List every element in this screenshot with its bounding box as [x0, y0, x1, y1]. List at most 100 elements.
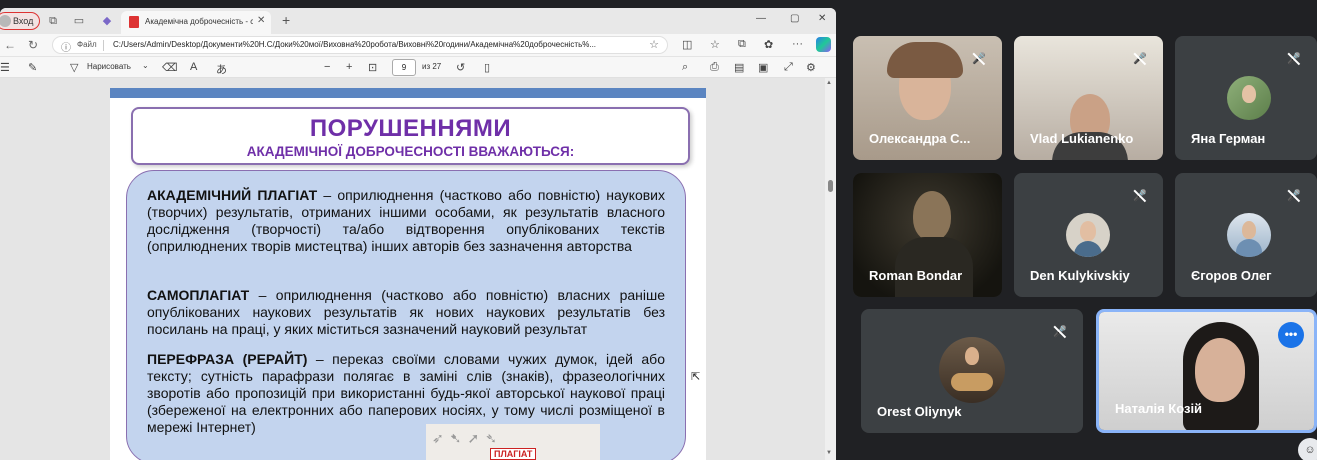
tab-pdf[interactable]: Академічна доброчесність - суч ✕ — [121, 11, 271, 34]
save-as-icon[interactable]: ▣ — [758, 61, 768, 74]
pdf-page: ПОРУШЕННЯМИ АКАДЕМІЧНОЇ ДОБРОЧЕСНОСТІ ВВ… — [110, 88, 706, 460]
participant-name: Vlad Lukianenko — [1030, 131, 1134, 146]
settings-icon[interactable]: ⚙ — [806, 61, 816, 74]
tab-bar: Вход ⧉ ▭ ◆ Академічна доброчесність - су… — [0, 8, 836, 34]
participant-tile[interactable]: 🎤 Den Kulykivskiy — [1014, 173, 1163, 297]
participant-name: Roman Bondar — [869, 268, 963, 283]
slide-subtitle: АКАДЕМІЧНОЇ ДОБРОЧЕСНОСТІ ВВАЖАЮТЬСЯ: — [246, 144, 575, 159]
participant-tile-speaking[interactable]: ••• Наталія Козій — [1096, 309, 1317, 433]
profile-button[interactable]: Вход — [0, 12, 41, 30]
refresh-icon[interactable]: ↻ — [28, 38, 38, 52]
workspaces-icon[interactable]: ⧉ — [46, 14, 60, 28]
favorite-star-icon[interactable]: ☆ — [649, 38, 659, 51]
participant-tile[interactable]: 🎤 Єгоров Олег — [1175, 173, 1317, 297]
more-options-icon[interactable]: ••• — [1278, 322, 1304, 348]
plagiarism-illustration: ➶➷➚➴ ПЛАГІАТ — [426, 424, 600, 460]
more-menu-icon[interactable]: ··· — [792, 38, 803, 50]
draw-icon[interactable]: ▽ — [70, 61, 78, 74]
back-icon[interactable]: ← — [4, 38, 16, 52]
page-view-icon[interactable]: ▯ — [484, 61, 490, 74]
pdf-toolbar: ☰ ✎ ▽ Нарисовать ⌄ ⌫ A あ − + ⊡ 9 из 27 ↺… — [0, 56, 836, 78]
term-plagiarism: АКАДЕМІЧНИЙ ПЛАГІАТ — [147, 187, 318, 203]
draw-dropdown-icon[interactable]: ⌄ — [142, 61, 149, 70]
avatar-face — [965, 347, 979, 365]
paragraph-plagiarism: АКАДЕМІЧНИЙ ПЛАГІАТ – оприлюднення (част… — [147, 187, 665, 255]
participant-tile[interactable]: 🎤 Яна Герман — [1175, 36, 1317, 160]
slide-content-box: АКАДЕМІЧНИЙ ПЛАГІАТ – оприлюднення (част… — [126, 170, 686, 460]
avatar-face — [1242, 85, 1256, 103]
close-tab-icon[interactable]: ✕ — [257, 15, 265, 26]
mic-off-icon: 🎤 — [968, 48, 990, 70]
zoom-in-icon[interactable]: + — [346, 61, 352, 73]
maximize-icon[interactable]: ▢ — [790, 13, 799, 24]
fullscreen-icon[interactable]: ⤢ — [784, 61, 793, 74]
teams-tab-icon[interactable]: ◆ — [100, 14, 114, 28]
translate-icon[interactable]: あ — [216, 61, 227, 77]
participant-avatar — [1066, 213, 1110, 257]
zoom-out-icon[interactable]: − — [324, 61, 330, 73]
pdf-scrollbar[interactable]: ▲ ▼ — [825, 78, 836, 460]
rotate-icon[interactable]: ↺ — [456, 61, 465, 74]
participant-hair — [887, 42, 963, 78]
eraser-icon[interactable]: ⌫ — [162, 61, 178, 74]
participant-name: Наталія Козій — [1115, 401, 1203, 416]
screen: Вход ⧉ ▭ ◆ Академічна доброчесність - су… — [0, 0, 1317, 460]
participant-avatar — [1227, 76, 1271, 120]
copilot-icon[interactable] — [816, 37, 831, 52]
browser-window: Вход ⧉ ▭ ◆ Академічна доброчесність - су… — [0, 8, 836, 460]
avatar-shirt — [1074, 241, 1102, 257]
pdf-icon — [129, 16, 139, 28]
profile-label: Вход — [13, 16, 34, 26]
url-field[interactable]: ⓘ Файл C:/Users/Admin/Desktop/Документи%… — [52, 36, 668, 54]
mic-off-icon: 🎤 — [1129, 48, 1151, 70]
separator — [103, 40, 104, 51]
highlight-icon[interactable]: ✎ — [28, 61, 37, 74]
slide-header-band — [110, 88, 706, 98]
scroll-up-icon[interactable]: ▲ — [826, 80, 832, 86]
scroll-thumb[interactable] — [828, 180, 833, 192]
paragraph-self-plagiarism: САМОПЛАГІАТ – оприлюднення (частково або… — [147, 287, 665, 338]
page-number-input[interactable]: 9 — [392, 59, 416, 76]
new-tab-icon[interactable]: + — [282, 12, 290, 28]
participant-tile[interactable]: 🎤 Vlad Lukianenko — [1014, 36, 1163, 160]
feedback-icon[interactable]: ☺ — [1298, 438, 1317, 460]
print-icon[interactable]: ⎙ — [710, 61, 719, 74]
guitar-icon — [951, 373, 993, 391]
participant-face — [913, 191, 951, 241]
participant-tile[interactable]: 🎤 Orest Oliynyk — [861, 309, 1083, 433]
collections-icon[interactable]: ⧉ — [738, 38, 746, 51]
participant-tile[interactable]: 🎤 Олександра С... — [853, 36, 1002, 160]
scroll-down-icon[interactable]: ▼ — [826, 450, 832, 456]
term-self-plagiarism: САМОПЛАГІАТ — [147, 287, 250, 303]
participant-name: Orest Oliynyk — [877, 404, 962, 419]
favorites-icon[interactable]: ☆ — [710, 38, 720, 51]
mouse-cursor-icon: ⇱ — [691, 371, 701, 383]
extensions-icon[interactable]: ✿ — [764, 38, 773, 51]
participant-name: Єгоров Олег — [1191, 268, 1272, 283]
mic-off-icon: 🎤 — [1283, 48, 1305, 70]
draw-label[interactable]: Нарисовать — [87, 62, 131, 71]
slide-title: ПОРУШЕННЯМИ — [309, 115, 512, 142]
split-screen-icon[interactable]: ◫ — [682, 38, 692, 51]
info-icon[interactable]: ⓘ — [61, 39, 71, 54]
fit-page-icon[interactable]: ⊡ — [368, 61, 377, 74]
mic-off-icon: 🎤 — [1049, 321, 1071, 343]
close-window-icon[interactable]: ✕ — [818, 13, 826, 24]
participant-name: Олександра С... — [869, 131, 971, 146]
participant-tile[interactable]: Roman Bondar — [853, 173, 1002, 297]
participant-face — [1195, 338, 1245, 402]
search-icon[interactable]: ⌕ — [682, 61, 688, 74]
avatar-shirt — [1236, 239, 1262, 257]
term-paraphrase: ПЕРЕФРАЗА (РЕРАЙТ) — [147, 351, 308, 367]
url-text[interactable]: C:/Users/Admin/Desktop/Документи%20Н.С/Д… — [113, 40, 643, 49]
plagiarism-image-label: ПЛАГІАТ — [490, 448, 537, 460]
save-icon[interactable]: ▤ — [734, 61, 744, 74]
participant-avatar — [1227, 213, 1271, 257]
tab-actions-icon[interactable]: ▭ — [72, 14, 86, 28]
participant-name: Den Kulykivskiy — [1030, 268, 1130, 283]
minimize-icon[interactable]: — — [756, 13, 766, 24]
tab-title: Академічна доброчесність - суч — [145, 17, 253, 26]
avatar-face — [1080, 221, 1096, 241]
read-aloud-icon[interactable]: A — [190, 61, 197, 73]
contents-icon[interactable]: ☰ — [0, 61, 10, 74]
